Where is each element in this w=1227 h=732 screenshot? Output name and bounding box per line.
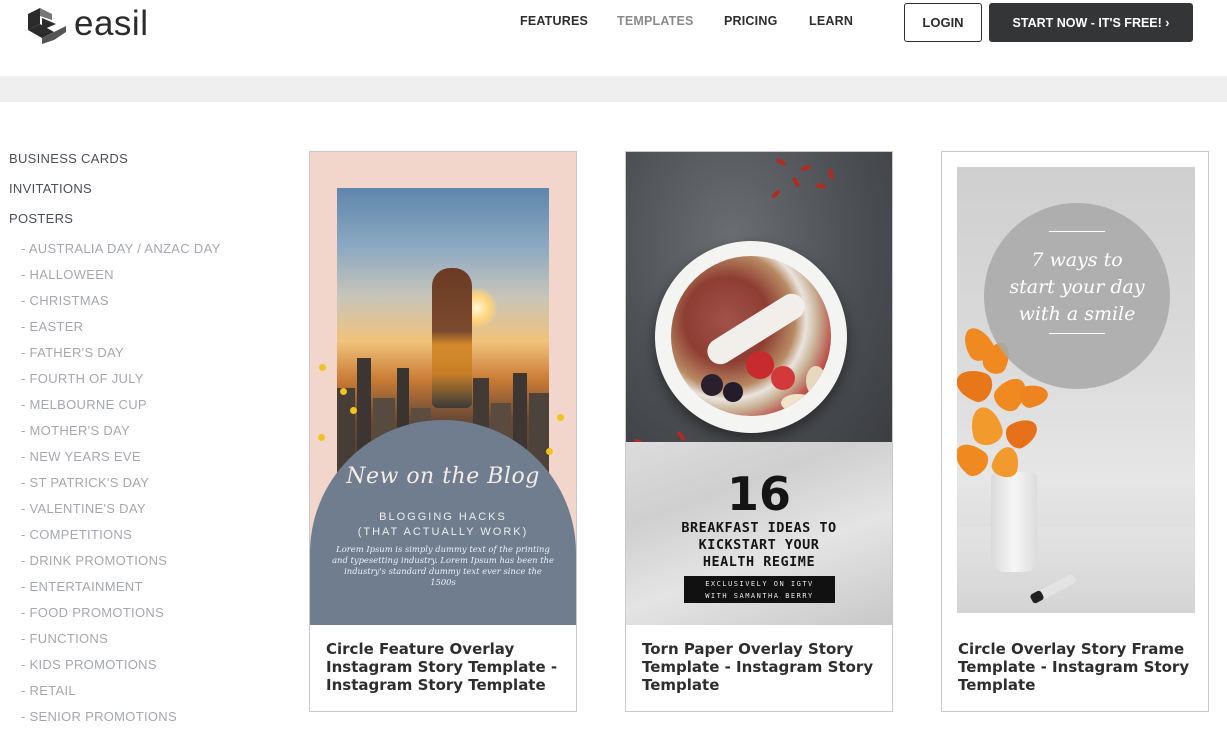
sidebar-subitem-retail[interactable]: - RETAIL (21, 683, 76, 698)
confetti-dot (350, 407, 357, 414)
white-vase (991, 472, 1037, 572)
confetti-dot (546, 448, 553, 455)
tagline-line: WITH SAMANTHA BERRY (705, 592, 814, 600)
tagline-line: EXCLUSIVELY ON IGTV (705, 580, 814, 588)
overlay-heading-line: with a smile (1018, 303, 1136, 325)
divider-line (1049, 333, 1105, 334)
template-thumbnail[interactable]: 7 ways to start your day with a smile (957, 167, 1195, 613)
overlay-heading-line: BLOGGING HACKS (379, 511, 507, 523)
big-number: 16 (726, 467, 791, 521)
template-card[interactable]: 7 ways to start your day with a smile Ci… (941, 151, 1209, 712)
script-heading: New on the Blog (346, 464, 540, 489)
template-title[interactable]: Circle Feature Overlay Instagram Story T… (326, 640, 566, 694)
bowl-food (671, 256, 831, 416)
banana-slice (806, 366, 826, 396)
confetti-dot (340, 388, 347, 395)
template-card[interactable]: 16 BREAKFAST IDEAS TO KICKSTART YOUR HEA… (625, 151, 893, 712)
brand-name: easil (74, 4, 149, 43)
confetti-dot (319, 364, 326, 371)
header-band (0, 76, 1227, 102)
nav-pricing[interactable]: PRICING (724, 14, 778, 32)
site-header: easil FEATURES TEMPLATES PRICING LEARN L… (0, 0, 1227, 76)
strawberry (771, 366, 795, 390)
nav-features[interactable]: FEATURES (520, 14, 588, 32)
overlay-heading-line: (THAT ACTUALLY WORK) (357, 526, 529, 538)
sidebar-subitem-new-years-eve[interactable]: - NEW YEARS EVE (21, 449, 141, 464)
sidebar-subitem-fathers-day[interactable]: - FATHER'S DAY (21, 345, 124, 360)
lily-petal (966, 403, 1006, 449)
overlay-heading: 7 ways to start your day with a smile (984, 247, 1170, 328)
sidebar-item-invitations[interactable]: INVITATIONS (9, 181, 92, 196)
sidebar-subitem-drink-promotions[interactable]: - DRINK PROMOTIONS (21, 553, 167, 568)
confetti-dot (318, 434, 325, 441)
blackberry (723, 382, 743, 402)
sidebar-subitem-mothers-day[interactable]: - MOTHER'S DAY (21, 423, 130, 438)
sidebar-subitem-christmas[interactable]: - CHRISTMAS (21, 293, 109, 308)
divider-line (1049, 231, 1105, 232)
banana-slice (781, 394, 815, 412)
login-button[interactable]: LOGIN (904, 3, 982, 42)
template-card[interactable]: New on the Blog BLOGGING HACKS (THAT ACT… (309, 151, 577, 712)
sidebar-subitem-senior-promotions[interactable]: - SENIOR PROMOTIONS (21, 709, 177, 724)
overlay-heading-line: start your day (1009, 276, 1145, 298)
sidebar-item-posters[interactable]: POSTERS (9, 211, 73, 226)
blackberry (701, 374, 723, 396)
sidebar-subitem-kids-promotions[interactable]: - KIDS PROMOTIONS (21, 657, 157, 672)
nav-templates[interactable]: TEMPLATES (617, 14, 694, 32)
strawberry (746, 351, 774, 379)
template-thumbnail[interactable]: New on the Blog BLOGGING HACKS (THAT ACT… (310, 152, 576, 625)
overlay-heading-line: BREAKFAST IDEAS TO (681, 520, 837, 536)
sidebar-subitem-functions[interactable]: - FUNCTIONS (21, 631, 108, 646)
sidebar-subitem-st-patricks-day[interactable]: - ST PATRICK'S DAY (21, 475, 149, 490)
tagline-box: EXCLUSIVELY ON IGTV WITH SAMANTHA BERRY (684, 576, 835, 603)
sidebar-subitem-valentines-day[interactable]: - VALENTINE'S DAY (21, 501, 146, 516)
template-title[interactable]: Circle Overlay Story Frame Template - In… (958, 640, 1198, 694)
template-title[interactable]: Torn Paper Overlay Story Template - Inst… (642, 640, 882, 694)
sidebar-subitem-food-promotions[interactable]: - FOOD PROMOTIONS (21, 605, 164, 620)
sidebar-subitem-entertainment[interactable]: - ENTERTAINMENT (21, 579, 143, 594)
woman-figure (432, 268, 472, 408)
sidebar-subitem-fourth-of-july[interactable]: - FOURTH OF JULY (21, 371, 144, 386)
sidebar-subitem-easter[interactable]: - EASTER (21, 319, 83, 334)
sidebar-subitem-australia-day[interactable]: - AUSTRALIA DAY / ANZAC DAY (21, 241, 221, 256)
overlay-heading: BLOGGING HACKS (THAT ACTUALLY WORK) (310, 510, 576, 540)
sidebar-subitem-melbourne-cup[interactable]: - MELBOURNE CUP (21, 397, 147, 412)
lily-petal (1018, 382, 1050, 410)
overlay-heading-line: HEALTH REGIME (702, 554, 816, 570)
confetti-dot (557, 414, 564, 421)
overlay-heading: BREAKFAST IDEAS TO KICKSTART YOUR HEALTH… (626, 520, 892, 571)
sidebar-subitem-competitions[interactable]: - COMPETITIONS (21, 527, 132, 542)
sidebar-subitem-halloween[interactable]: - HALLOWEEN (21, 267, 114, 282)
start-now-button[interactable]: START NOW - IT'S FREE! › (989, 3, 1193, 42)
sidebar-item-business-cards[interactable]: BUSINESS CARDS (9, 151, 128, 166)
logo[interactable]: easil (26, 4, 148, 44)
overlay-heading-line: 7 ways to (1031, 249, 1123, 271)
nav-learn[interactable]: LEARN (809, 14, 853, 32)
template-thumbnail[interactable]: 16 BREAKFAST IDEAS TO KICKSTART YOUR HEA… (626, 152, 892, 625)
overlay-heading-line: KICKSTART YOUR (698, 537, 820, 553)
overlay-body-text: Lorem Ipsum is simply dummy text of the … (332, 544, 554, 587)
easil-logo-icon (28, 8, 66, 44)
